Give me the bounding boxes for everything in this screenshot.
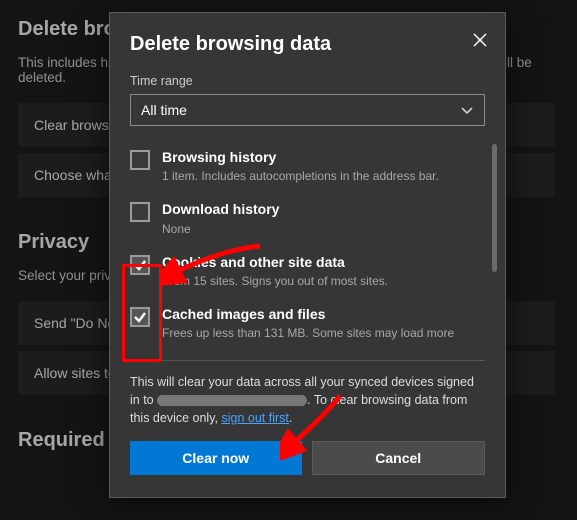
checkbox-browsing-history[interactable] bbox=[130, 150, 150, 170]
item-title: Cached images and files bbox=[162, 305, 454, 323]
item-cached: Cached images and files Frees up less th… bbox=[130, 299, 485, 351]
item-sub: 1 item. Includes autocompletions in the … bbox=[162, 168, 439, 184]
chevron-down-icon bbox=[460, 103, 474, 117]
divider bbox=[130, 360, 485, 361]
check-icon bbox=[133, 310, 147, 324]
delete-browsing-data-dialog: Delete browsing data Time range All time… bbox=[109, 12, 506, 498]
close-button[interactable] bbox=[467, 27, 493, 53]
sign-out-link[interactable]: sign out first bbox=[221, 411, 288, 425]
item-cookies: Cookies and other site data From 15 site… bbox=[130, 247, 485, 299]
redacted-account bbox=[157, 395, 307, 406]
data-type-list: Browsing history 1 item. Includes autoco… bbox=[130, 142, 485, 352]
item-sub: Frees up less than 131 MB. Some sites ma… bbox=[162, 325, 454, 341]
item-title: Browsing history bbox=[162, 148, 439, 166]
time-range-label: Time range bbox=[130, 74, 485, 88]
check-icon bbox=[133, 258, 147, 272]
dialog-buttons: Clear now Cancel bbox=[130, 441, 485, 475]
scrollbar-thumb[interactable] bbox=[492, 144, 497, 272]
cancel-button[interactable]: Cancel bbox=[312, 441, 486, 475]
dialog-title: Delete browsing data bbox=[130, 33, 485, 56]
checkbox-download-history[interactable] bbox=[130, 202, 150, 222]
item-browsing-history: Browsing history 1 item. Includes autoco… bbox=[130, 142, 485, 194]
time-range-select[interactable]: All time bbox=[130, 94, 485, 126]
item-sub: From 15 sites. Signs you out of most sit… bbox=[162, 273, 388, 289]
item-sub: None bbox=[162, 221, 279, 237]
checkbox-cookies[interactable] bbox=[130, 255, 150, 275]
item-download-history: Download history None bbox=[130, 194, 485, 246]
item-title: Download history bbox=[162, 200, 279, 218]
clear-now-button[interactable]: Clear now bbox=[130, 441, 302, 475]
sync-note: This will clear your data across all you… bbox=[130, 373, 485, 427]
close-icon bbox=[473, 33, 487, 47]
time-range-value: All time bbox=[141, 102, 187, 118]
checkbox-cached[interactable] bbox=[130, 307, 150, 327]
item-title: Cookies and other site data bbox=[162, 253, 388, 271]
